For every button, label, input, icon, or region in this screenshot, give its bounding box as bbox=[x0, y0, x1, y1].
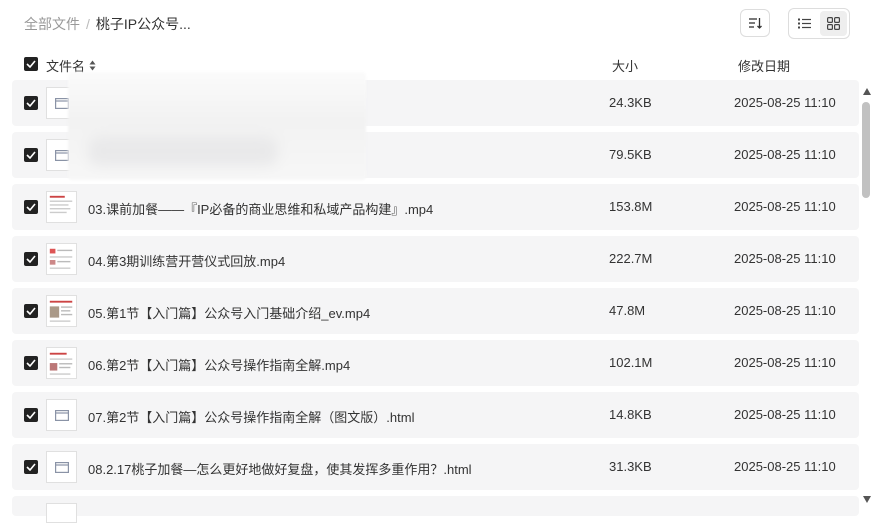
file-name[interactable]: 05.第1节【入门篇】公众号入门基础介绍_ev.mp4 bbox=[88, 303, 370, 322]
table-row[interactable]: 05.第1节【入门篇】公众号入门基础介绍_ev.mp4 47.8M 2025-0… bbox=[12, 288, 859, 334]
file-name[interactable]: 03.课前加餐——『IP必备的商业思维和私域产品构建』.mp4 bbox=[88, 199, 433, 218]
file-thumbnail bbox=[46, 503, 77, 523]
file-size: 31.3KB bbox=[609, 459, 652, 474]
row-checkbox[interactable] bbox=[24, 252, 38, 266]
file-date: 2025-08-25 11:10 bbox=[734, 303, 836, 318]
table-row[interactable]: 04.第3期训练营开营仪式回放.mp4 222.7M 2025-08-25 11… bbox=[12, 236, 859, 282]
scroll-up-arrow-icon[interactable] bbox=[863, 88, 871, 95]
table-row[interactable]: 08.2.17桃子加餐—怎么更好地做好复盘，使其发挥多重作用？.html 31.… bbox=[12, 444, 859, 490]
video-thumbnail bbox=[46, 191, 77, 223]
row-checkbox[interactable] bbox=[24, 200, 38, 214]
check-icon bbox=[26, 255, 36, 263]
video-thumbnail bbox=[46, 347, 77, 379]
breadcrumb: 全部文件 / 桃子IP公众号... bbox=[24, 14, 191, 34]
video-thumbnail bbox=[46, 295, 77, 327]
row-checkbox[interactable] bbox=[24, 356, 38, 370]
check-icon bbox=[26, 307, 36, 315]
row-checkbox[interactable] bbox=[24, 96, 38, 110]
check-icon bbox=[26, 151, 36, 159]
breadcrumb-root-link[interactable]: 全部文件 bbox=[24, 14, 80, 34]
file-size: 79.5KB bbox=[609, 147, 652, 162]
row-checkbox[interactable] bbox=[24, 460, 38, 474]
select-all-checkbox[interactable] bbox=[24, 57, 38, 71]
table-row[interactable]: 06.第2节【入门篇】公众号操作指南全解.mp4 102.1M 2025-08-… bbox=[12, 340, 859, 386]
file-date: 2025-08-25 11:10 bbox=[734, 199, 836, 214]
grid-view-icon bbox=[827, 17, 840, 30]
redacted-region bbox=[68, 72, 366, 180]
file-size: 153.8M bbox=[609, 199, 653, 214]
file-date: 2025-08-25 11:10 bbox=[734, 355, 836, 370]
row-checkbox[interactable] bbox=[24, 408, 38, 422]
file-date: 2025-08-25 11:10 bbox=[734, 459, 836, 474]
file-size: 102.1M bbox=[609, 355, 653, 370]
list-view-button[interactable] bbox=[791, 11, 818, 36]
file-size: 47.8M bbox=[609, 303, 646, 318]
sort-button[interactable] bbox=[740, 9, 770, 37]
file-date: 2025-08-25 11:10 bbox=[734, 95, 836, 110]
check-icon bbox=[26, 99, 36, 107]
scroll-thumb[interactable] bbox=[862, 102, 870, 198]
vertical-scrollbar[interactable] bbox=[860, 84, 874, 514]
file-date: 2025-08-25 11:10 bbox=[734, 147, 836, 162]
list-view-icon bbox=[798, 18, 811, 29]
file-name[interactable]: 04.第3期训练营开营仪式回放.mp4 bbox=[88, 251, 285, 270]
file-name[interactable]: 08.2.17桃子加餐—怎么更好地做好复盘，使其发挥多重作用？.html bbox=[88, 459, 472, 478]
table-row[interactable]: 03.课前加餐——『IP必备的商业思维和私域产品构建』.mp4 153.8M 2… bbox=[12, 184, 859, 230]
sort-desc-icon bbox=[749, 18, 762, 29]
file-date: 2025-08-25 11:10 bbox=[734, 251, 836, 266]
file-name[interactable]: 07.第2节【入门篇】公众号操作指南全解（图文版）.html bbox=[88, 407, 414, 426]
file-date: 2025-08-25 11:10 bbox=[734, 407, 836, 422]
html-file-icon bbox=[46, 399, 77, 431]
table-row[interactable]: 07.第2节【入门篇】公众号操作指南全解（图文版）.html 14.8KB 20… bbox=[12, 392, 859, 438]
column-header-size[interactable]: 大小 bbox=[612, 56, 638, 75]
breadcrumb-current: 桃子IP公众号... bbox=[95, 16, 191, 32]
check-icon bbox=[26, 463, 36, 471]
check-icon bbox=[26, 60, 36, 68]
grid-view-button[interactable] bbox=[820, 11, 847, 36]
file-size: 14.8KB bbox=[609, 407, 652, 422]
html-file-icon bbox=[46, 451, 77, 483]
row-checkbox[interactable] bbox=[24, 304, 38, 318]
check-icon bbox=[26, 359, 36, 367]
table-row[interactable] bbox=[12, 496, 859, 523]
check-icon bbox=[26, 203, 36, 211]
breadcrumb-separator: / bbox=[86, 16, 90, 32]
file-size: 24.3KB bbox=[609, 95, 652, 110]
file-size: 222.7M bbox=[609, 251, 653, 266]
video-thumbnail bbox=[46, 243, 77, 275]
column-header-date[interactable]: 修改日期 bbox=[738, 56, 790, 75]
check-icon bbox=[26, 411, 36, 419]
file-name[interactable]: 06.第2节【入门篇】公众号操作指南全解.mp4 bbox=[88, 355, 350, 374]
sort-toggle-icon bbox=[89, 60, 96, 71]
row-checkbox[interactable] bbox=[24, 148, 38, 162]
view-mode-toggle bbox=[788, 8, 850, 39]
scroll-down-arrow-icon[interactable] bbox=[863, 496, 871, 503]
